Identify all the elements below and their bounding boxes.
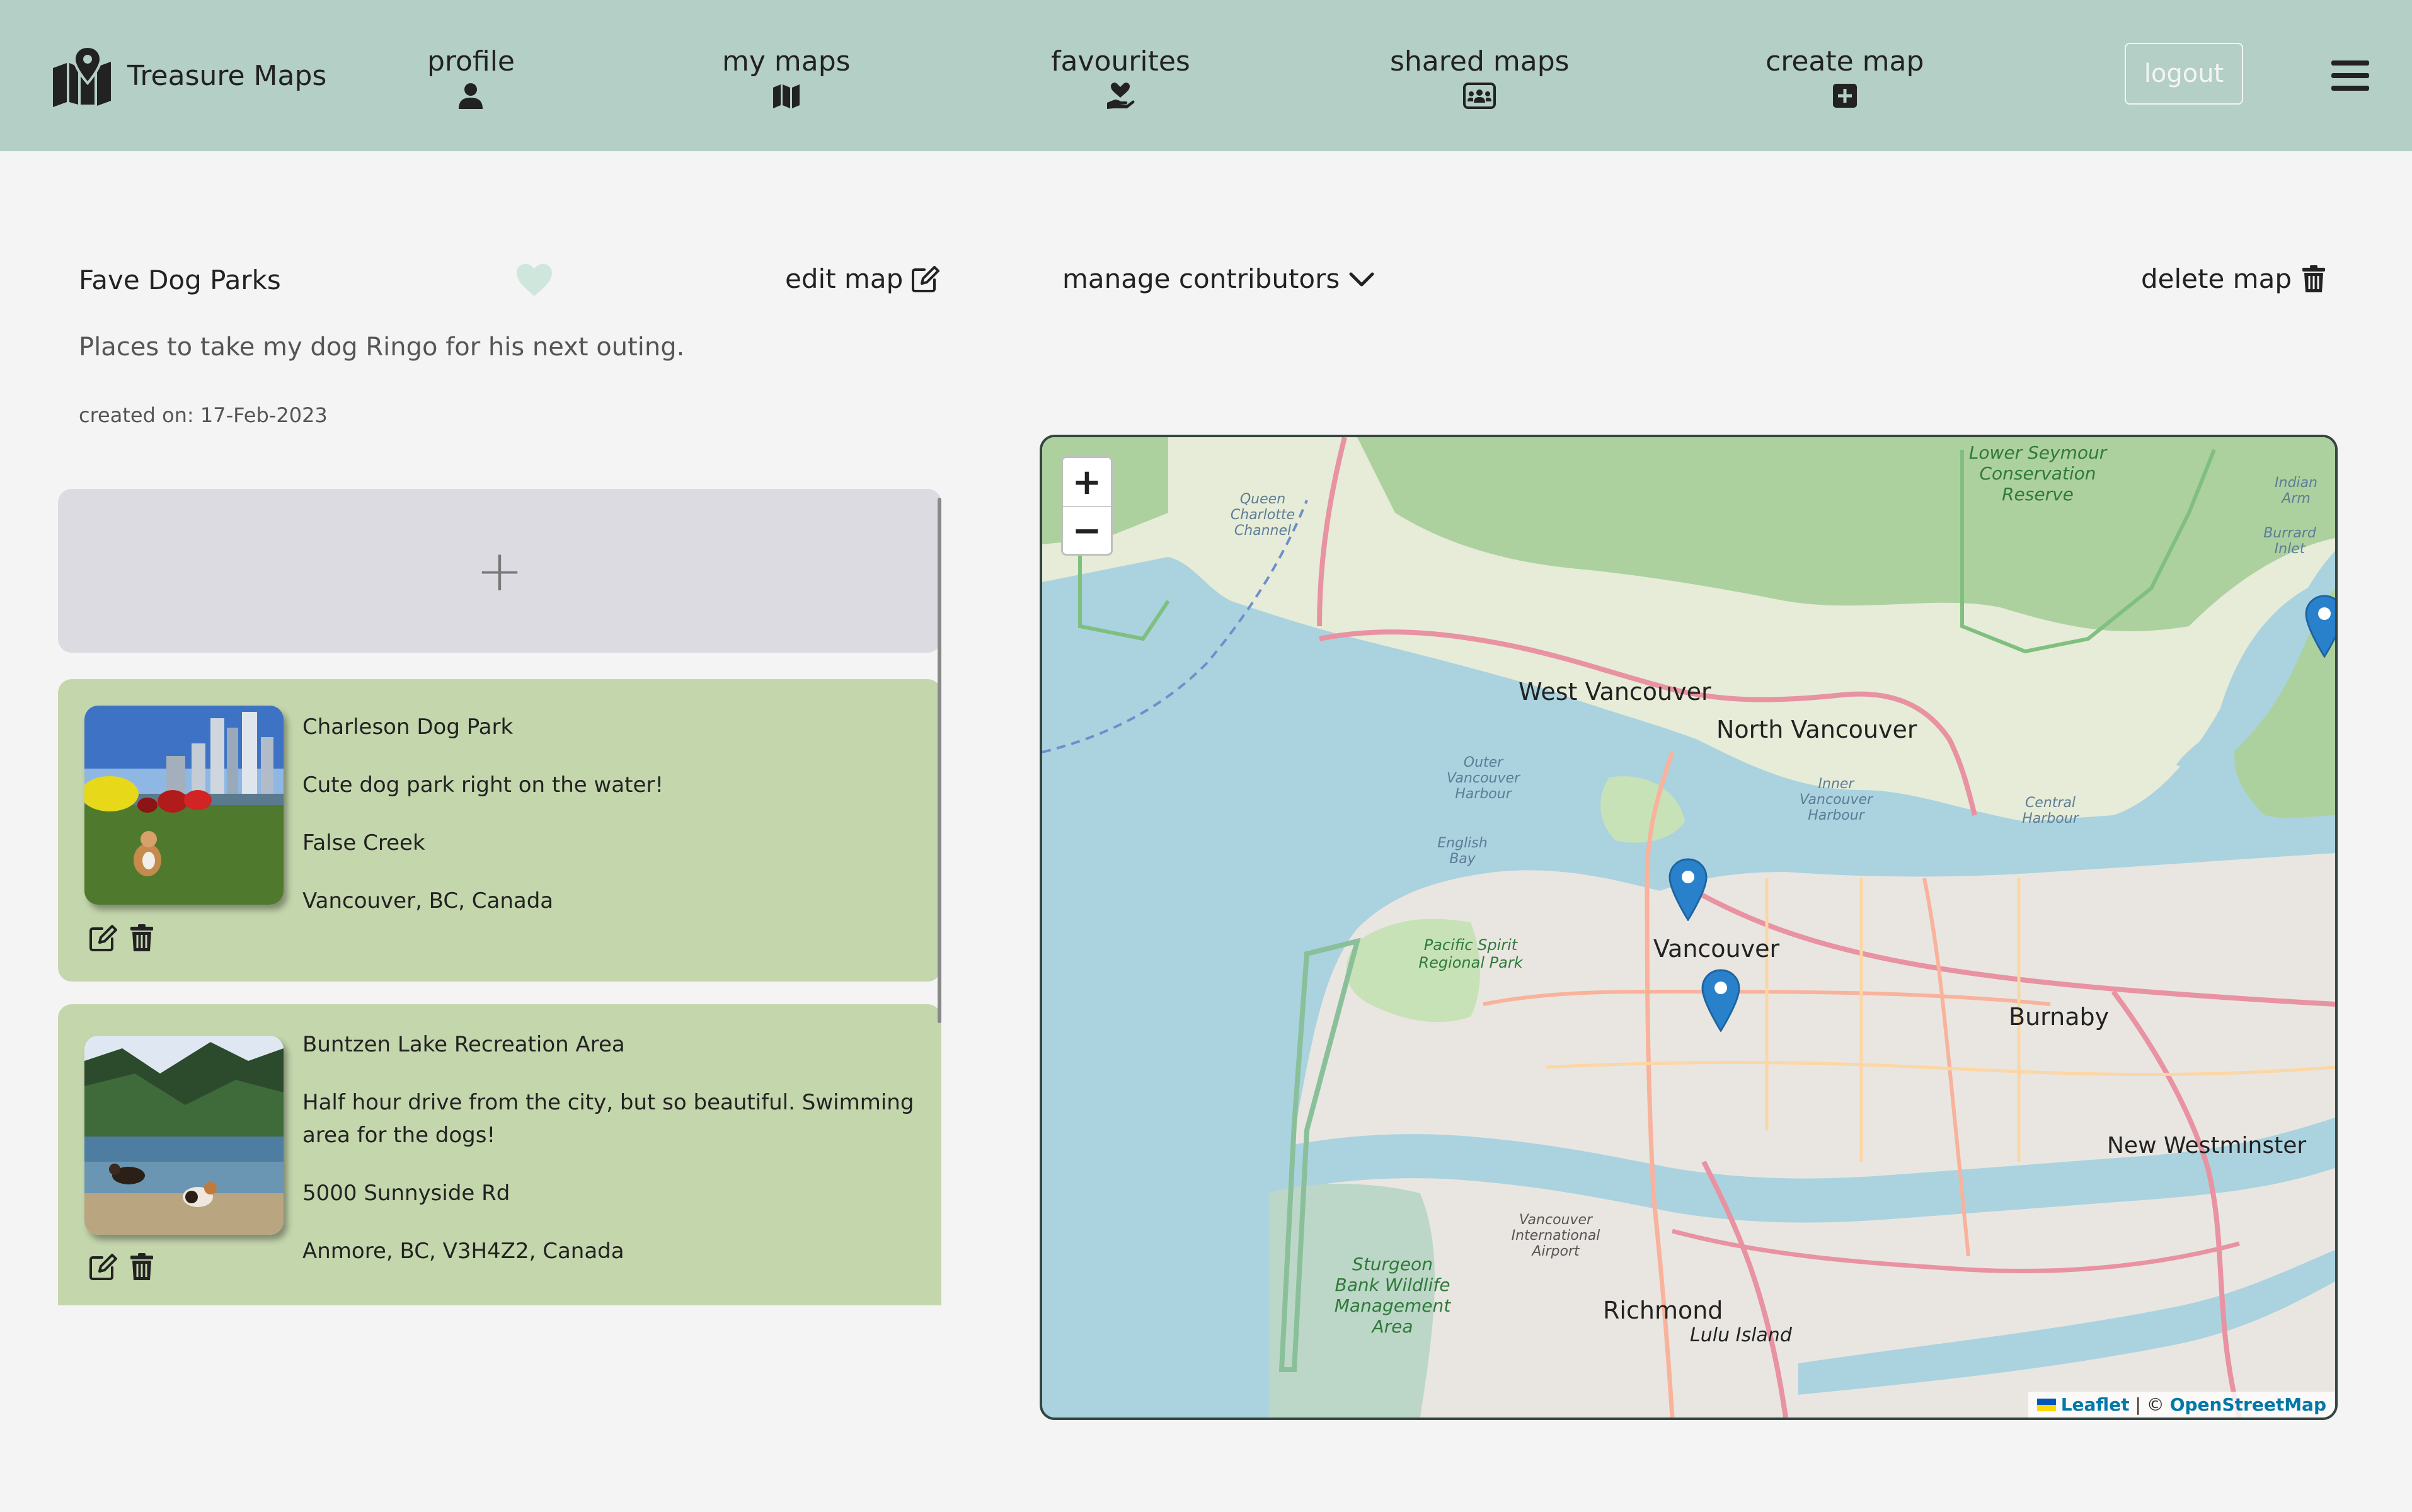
map-title: Fave Dog Parks [79, 265, 281, 295]
nav-profile[interactable]: profile [427, 45, 515, 110]
pin-list: + Charleson Dog Park Cute dog park right… [58, 489, 944, 1305]
plus-icon: + [476, 537, 524, 604]
pin-city: Vancouver, BC, Canada [302, 888, 554, 914]
pin-details: Buntzen Lake Recreation Area Half hour d… [302, 1028, 920, 1293]
favourite-heart-icon[interactable] [515, 263, 553, 297]
map-label-lulu-island: Lulu Island [1690, 1324, 1792, 1346]
manage-contributors-label: manage contributors [1062, 263, 1340, 294]
created-date: created on: 17-Feb-2023 [79, 403, 328, 427]
map-label-airport: Vancouver International Airport [1511, 1212, 1600, 1259]
attribution-separator: | © [2129, 1394, 2170, 1415]
map-label-pacific-spirit: Pacific Spirit Regional Park [1418, 936, 1523, 971]
list-item[interactable]: Buntzen Lake Recreation Area Half hour d… [58, 1004, 941, 1305]
map-icon [772, 84, 800, 108]
list-item[interactable]: Charleson Dog Park Cute dog park right o… [58, 679, 941, 982]
map-label-west-vancouver: West Vancouver [1519, 678, 1711, 706]
brand-name: Treasure Maps [127, 59, 327, 92]
ukraine-flag-icon [2036, 1398, 2056, 1411]
manage-contributors-dropdown[interactable]: manage contributors [1062, 263, 1376, 294]
pin-description: Half hour drive from the city, but so be… [302, 1090, 914, 1148]
pin-tools [88, 924, 166, 953]
map-label-inner-harbour: Inner Vancouver Harbour [1799, 776, 1873, 823]
pin-address: False Creek [302, 830, 425, 856]
map-attribution: Leaflet | © OpenStreetMap [2028, 1392, 2335, 1418]
map-label-english-bay: English Bay [1437, 835, 1488, 867]
pin-name: Buntzen Lake Recreation Area [302, 1032, 625, 1057]
map-label-indian-arm: Indian Arm [2275, 475, 2317, 507]
map-pin-logo-icon [53, 45, 111, 107]
map-tiles[interactable] [1042, 437, 2335, 1418]
brand-link[interactable]: Treasure Maps [50, 44, 326, 107]
hamburger-icon[interactable] [2331, 60, 2369, 91]
pin-name: Charleson Dog Park [302, 714, 514, 740]
map-marker[interactable] [1701, 969, 1740, 1032]
pin-photo [84, 706, 284, 905]
pin-photo [84, 1036, 284, 1235]
map-label-lower-seymour: Lower Seymour Conservation Reserve [1968, 442, 2107, 505]
zoom-control: + − [1061, 456, 1113, 556]
map-label-vancouver: Vancouver [1653, 935, 1780, 963]
nav-shared-maps[interactable]: shared maps [1390, 45, 1570, 110]
pin-description: Cute dog park right on the water! [302, 772, 663, 798]
map-label-burrard-inlet: Burrard Inlet [2263, 525, 2316, 557]
navbar: Treasure Maps profile my maps favourites… [0, 0, 2412, 151]
trash-icon [2302, 265, 2325, 292]
map-view[interactable]: West Vancouver North Vancouver Vancouver… [1040, 435, 2338, 1420]
edit-icon[interactable] [88, 924, 117, 953]
map-label-sturgeon-bank: Sturgeon Bank Wildlife Management Area [1334, 1254, 1451, 1337]
zoom-in-button[interactable]: + [1063, 458, 1111, 506]
map-label-queen-charlotte: Queen Charlotte Channel [1230, 491, 1295, 539]
pin-tools [88, 1252, 166, 1281]
pin-city: Anmore, BC, V3H4Z2, Canada [302, 1239, 624, 1264]
edit-map-button[interactable]: edit map [785, 263, 940, 294]
nav-shared-maps-label: shared maps [1390, 45, 1570, 77]
map-label-burnaby: Burnaby [2009, 1003, 2110, 1031]
delete-map-label: delete map [2141, 263, 2292, 294]
nav-create-map[interactable]: create map [1766, 45, 1924, 110]
map-marker[interactable] [1668, 858, 1708, 921]
add-pin-button[interactable]: + [58, 489, 941, 653]
openstreetmap-link[interactable]: OpenStreetMap [2170, 1394, 2326, 1415]
chevron-down-icon [1349, 272, 1374, 286]
nav-favourites-label: favourites [1051, 45, 1190, 77]
map-description: Places to take my dog Ringo for his next… [79, 333, 685, 362]
hand-heart-icon [1107, 83, 1135, 109]
map-label-north-vancouver: North Vancouver [1716, 716, 1917, 743]
logout-button[interactable]: logout [2125, 43, 2243, 105]
pin-address: 5000 Sunnyside Rd [302, 1181, 510, 1206]
edit-icon [912, 265, 940, 292]
trash-icon[interactable] [127, 1252, 156, 1281]
nav-profile-label: profile [427, 45, 515, 77]
zoom-out-button[interactable]: − [1063, 506, 1111, 554]
edit-map-label: edit map [785, 263, 904, 294]
users-icon [1463, 83, 1496, 109]
nav-favourites[interactable]: favourites [1051, 45, 1190, 110]
list-scrollbar[interactable] [938, 498, 941, 1023]
delete-map-button[interactable]: delete map [2141, 263, 2328, 294]
plus-square-icon [1832, 84, 1857, 108]
nav-create-map-label: create map [1766, 45, 1924, 77]
user-icon [459, 83, 483, 109]
pin-details: Charleson Dog Park Cute dog park right o… [302, 711, 920, 942]
leaflet-link[interactable]: Leaflet [2061, 1394, 2130, 1415]
nav-my-maps[interactable]: my maps [722, 45, 851, 110]
map-label-richmond: Richmond [1603, 1297, 1723, 1324]
map-label-outer-harbour: Outer Vancouver Harbour [1446, 755, 1520, 802]
map-label-new-westminster: New Westminster [2107, 1133, 2307, 1159]
edit-icon[interactable] [88, 1252, 117, 1281]
trash-icon[interactable] [127, 924, 156, 953]
nav-my-maps-label: my maps [722, 45, 851, 77]
map-marker[interactable] [2305, 595, 2338, 658]
map-label-central-harbour: Central Harbour [2022, 795, 2079, 827]
